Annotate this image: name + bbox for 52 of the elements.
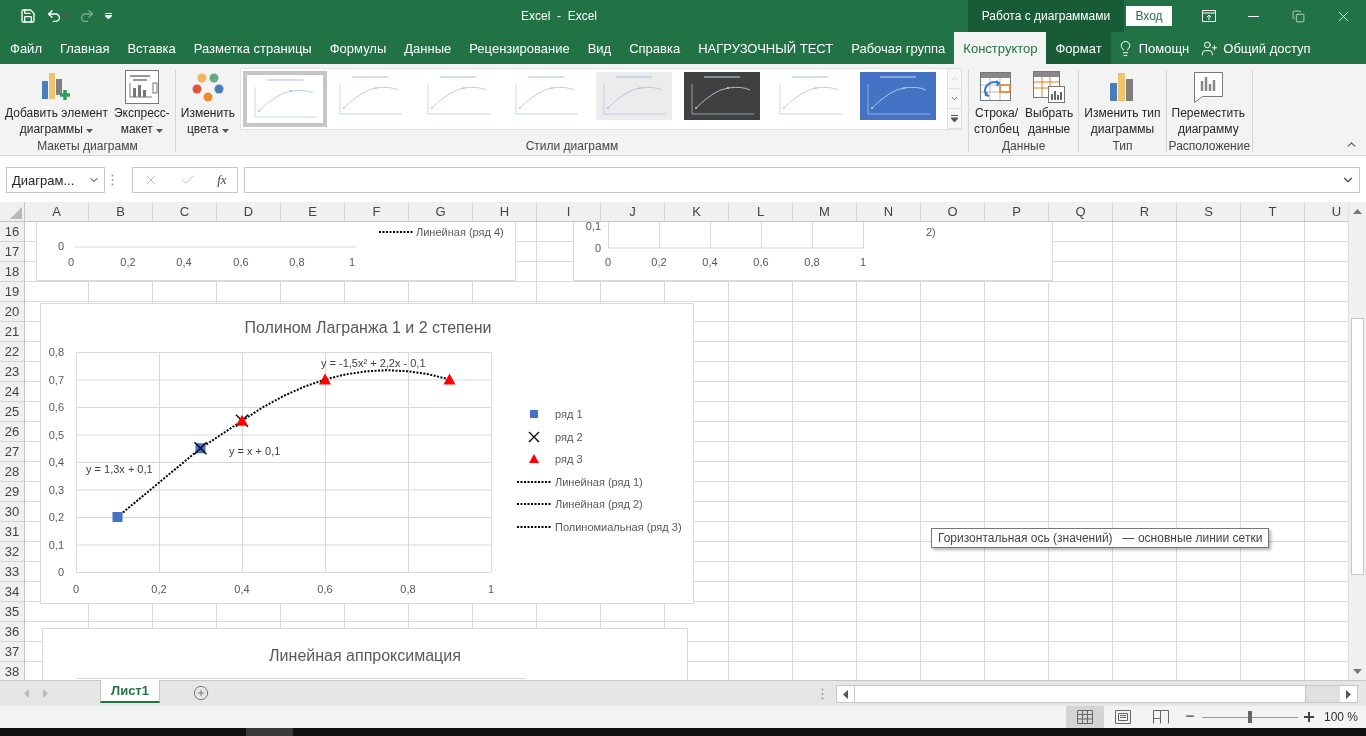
- axis-label: 0,4: [48, 456, 64, 468]
- axis-label: 0,6: [233, 256, 249, 268]
- group-label: Данные: [1000, 139, 1047, 153]
- group-label: Стили диаграмм: [524, 139, 620, 153]
- axis-label: 0: [594, 242, 601, 254]
- window-title: Excel - Excel: [520, 9, 598, 23]
- legend-label: ряд 3: [555, 453, 583, 465]
- tooltip: Горизонтальная ось (значений) — основные линии сетки: [931, 528, 1270, 548]
- axis-label: 0,2: [120, 256, 136, 268]
- axis-label: 0: [604, 256, 612, 268]
- axis-label: 0: [72, 583, 80, 595]
- axis-label: 0,8: [48, 346, 64, 358]
- axis-label: 0,8: [804, 256, 820, 268]
- axis-label: 0,6: [48, 401, 64, 413]
- axis-label: 0,8: [400, 583, 416, 595]
- chart-title: Линейная аппроксимация: [269, 647, 461, 664]
- axis-label: 1: [487, 583, 495, 595]
- context-header: Работа с диаграммами: [968, 0, 1124, 32]
- axis-label: 0,6: [753, 256, 769, 268]
- axis-label: 0: [57, 566, 64, 578]
- axis-label: 0,2: [651, 256, 667, 268]
- axis-label: 0,4: [702, 256, 718, 268]
- axis-label: 0,2: [48, 511, 64, 523]
- axis-label: 0,1: [585, 222, 601, 232]
- group-label: Расположение: [1168, 139, 1251, 153]
- trendline-equation: y = x + 0,1: [229, 445, 281, 457]
- axis-label: 0,4: [234, 583, 250, 595]
- legend-label: Линейная (ряд 2): [555, 498, 643, 510]
- axis-label: 0,7: [48, 373, 64, 386]
- legend-label: Линейная (ряд 1): [555, 476, 643, 488]
- axis-label: 0,1: [48, 538, 64, 551]
- zoom-level: 100 %: [1323, 710, 1358, 724]
- axis-label: 0,5: [48, 428, 64, 441]
- axis-label: 0,2: [151, 583, 167, 595]
- trendline-equation: y = -1,5x² + 2,2x - 0,1: [321, 357, 426, 369]
- legend-label: Полиномиальная (ряд 3): [555, 521, 682, 533]
- legend-label: ряд 2: [555, 431, 583, 443]
- axis-label: 0: [67, 256, 75, 268]
- axis-label: 1: [348, 256, 356, 268]
- axis-label: 0,3: [48, 483, 64, 496]
- chart-title: Полином Лагранжа 1 и 2 степени: [244, 319, 492, 336]
- group-label: Тип: [1111, 139, 1134, 153]
- legend-label: Линейная (ряд 4): [416, 226, 504, 238]
- trendline-equation: y = 1,3x + 0,1: [86, 463, 153, 475]
- group-label: Макеты диаграмм: [36, 139, 139, 153]
- axis-label: 0,8: [289, 256, 305, 268]
- axis-label: 0,4: [176, 256, 192, 268]
- axis-label: 1: [859, 256, 867, 268]
- legend-label: ряд 1: [555, 408, 583, 420]
- legend-label: 2): [926, 226, 936, 238]
- axis-label: 0: [57, 240, 64, 252]
- axis-label: 0,6: [317, 583, 333, 595]
